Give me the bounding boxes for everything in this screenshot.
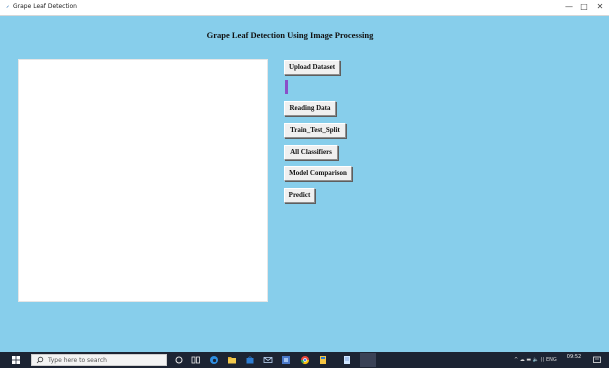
search-icon <box>36 356 44 364</box>
mail-icon[interactable] <box>263 355 273 365</box>
taskbar-search-input[interactable]: Type here to search <box>31 354 167 366</box>
windows-start-icon[interactable] <box>11 355 21 365</box>
maximize-button[interactable]: □ <box>577 2 591 12</box>
predict-button[interactable]: Predict <box>284 188 315 203</box>
upload-dataset-button[interactable]: Upload Dataset <box>284 60 340 75</box>
model-comparison-button[interactable]: Model Comparison <box>284 166 352 181</box>
app-feather-icon <box>5 5 9 9</box>
notepad-icon[interactable] <box>342 355 352 365</box>
search-placeholder: Type here to search <box>48 357 107 364</box>
file-explorer-icon[interactable] <box>227 355 237 365</box>
app-content: Grape Leaf Detection Using Image Process… <box>0 16 609 350</box>
cortana-icon[interactable] <box>174 355 184 365</box>
store-icon[interactable] <box>245 355 255 365</box>
taskbar-clock[interactable]: 09:52 <box>563 354 585 360</box>
window-titlebar: Grape Leaf Detection — □ ✕ <box>0 0 609 16</box>
photos-icon[interactable] <box>318 355 328 365</box>
progress-indicator <box>285 80 288 94</box>
minimize-button[interactable]: — <box>562 2 576 12</box>
page-title: Grape Leaf Detection Using Image Process… <box>206 30 374 40</box>
task-view-icon[interactable] <box>191 355 201 365</box>
active-window-tab[interactable] <box>360 353 376 367</box>
windows-taskbar: Type here to search ^ ☁ ▬ 🔈 ((ENG 09:52 <box>0 352 609 368</box>
output-text-panel[interactable] <box>18 59 268 302</box>
chrome-icon[interactable] <box>300 355 310 365</box>
reading-data-button[interactable]: Reading Data <box>284 101 336 116</box>
edge-icon[interactable] <box>209 355 219 365</box>
window-title: Grape Leaf Detection <box>13 3 77 10</box>
system-tray[interactable]: ^ ☁ ▬ 🔈 (( ENG <box>514 356 557 364</box>
train-test-split-button[interactable]: Train_Test_Split <box>284 123 346 138</box>
app-icon[interactable] <box>281 355 291 365</box>
all-classifiers-button[interactable]: All Classifiers <box>284 145 338 160</box>
close-button[interactable]: ✕ <box>593 2 607 12</box>
notification-icon[interactable] <box>592 355 602 365</box>
